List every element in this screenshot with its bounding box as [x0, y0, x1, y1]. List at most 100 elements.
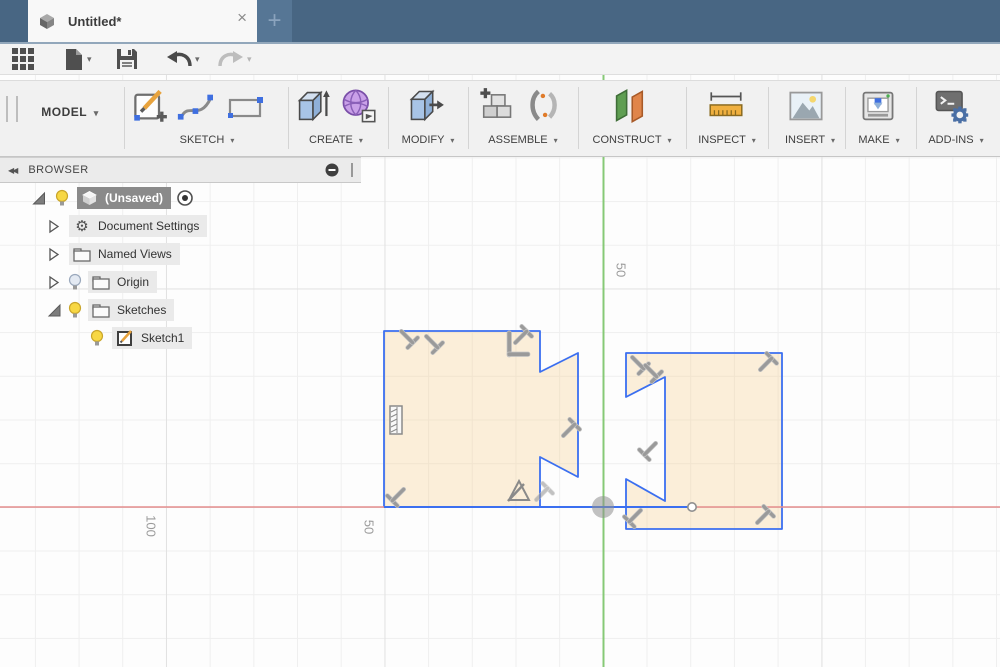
file-icon	[66, 48, 82, 70]
3d-print-button[interactable]	[858, 86, 898, 126]
toolbar-separator	[768, 87, 769, 149]
new-component-icon	[480, 88, 512, 118]
insert-image-button[interactable]	[786, 86, 826, 126]
form-button[interactable]	[338, 86, 378, 126]
press-pull-button[interactable]	[406, 86, 446, 126]
toolbar-separator	[845, 87, 846, 149]
visibility-bulb-off-icon[interactable]	[66, 273, 84, 291]
activate-component-radio-icon[interactable]	[176, 189, 194, 207]
modify-group-dropdown[interactable]: MODIFY ▾	[402, 134, 455, 146]
redo-caret-icon[interactable]: ▾	[247, 54, 252, 65]
collapse-panel-icon[interactable]: ◀◀	[8, 166, 18, 175]
save-icon	[117, 49, 137, 69]
press-pull-icon	[409, 89, 444, 122]
minimize-panel-icon[interactable]	[325, 163, 339, 177]
root-component-chip[interactable]: (Unsaved)	[77, 187, 172, 209]
named-views-chip[interactable]: Named Views	[69, 243, 180, 265]
workspace-selector[interactable]: MODEL ▾	[24, 105, 116, 119]
app-grid-button[interactable]	[12, 47, 35, 71]
new-component-button[interactable]	[476, 86, 516, 126]
new-tab-button[interactable]: +	[257, 0, 292, 42]
grid-label-y50: 50	[613, 262, 629, 278]
visibility-bulb-on-icon[interactable]	[53, 189, 71, 207]
visibility-bulb-on-icon[interactable]	[66, 301, 84, 319]
save-button[interactable]	[116, 47, 138, 71]
file-menu-button[interactable]: ▾	[64, 47, 92, 71]
toolbar-separator	[578, 87, 579, 149]
workspace-caret-icon: ▾	[93, 108, 99, 118]
sketches-chip[interactable]: Sketches	[88, 299, 175, 321]
undo-icon	[167, 51, 192, 67]
component-cube-icon	[82, 191, 97, 205]
joint-button[interactable]	[524, 86, 564, 126]
insert-group-dropdown[interactable]: INSERT ▾	[785, 134, 835, 146]
extrude-icon	[297, 90, 330, 122]
construct-plane-icon	[615, 89, 644, 123]
sketch-profile-dovetail-socket[interactable]	[625, 352, 783, 530]
spline-icon	[177, 94, 213, 120]
expander-expanded-icon[interactable]	[45, 303, 63, 318]
root-component-label: (Unsaved)	[105, 191, 164, 205]
visibility-bulb-on-icon[interactable]	[88, 329, 106, 347]
tree-row-sketch1[interactable]: Sketch1	[88, 326, 193, 350]
document-tab[interactable]: Untitled* ×	[28, 0, 257, 42]
undo-caret-icon[interactable]: ▾	[195, 54, 200, 65]
sketch-point[interactable]	[686, 501, 697, 512]
perpendicular-constraint-icon[interactable]	[636, 435, 664, 463]
origin-chip[interactable]: Origin	[88, 271, 158, 293]
quick-access-toolbar: ▾ ▾ ▾	[0, 42, 1000, 75]
redo-button[interactable]: ▾	[218, 47, 252, 71]
construct-plane-button[interactable]	[610, 86, 650, 126]
scripts-addins-button[interactable]	[932, 86, 972, 126]
gear-icon: ⚙	[75, 217, 89, 235]
spline-button[interactable]	[176, 86, 216, 126]
expander-collapsed-icon[interactable]	[45, 275, 63, 290]
close-tab-icon[interactable]: ×	[237, 9, 247, 26]
sketch-icon	[117, 330, 132, 346]
folder-icon	[73, 247, 91, 262]
named-views-label: Named Views	[98, 247, 172, 261]
create-sketch-button[interactable]	[130, 86, 170, 126]
redo-icon	[218, 51, 243, 67]
undo-button[interactable]: ▾	[166, 47, 200, 71]
folder-icon	[92, 275, 110, 290]
tree-row-sketches[interactable]: Sketches	[45, 298, 175, 322]
addins-group-dropdown[interactable]: ADD-INS ▾	[928, 134, 983, 146]
ribbon-toolbar: MODEL ▾ SKETCH ▾ CREATE ▾ MODIFY ▾ ASSEM…	[0, 80, 1000, 157]
parallel-hatch-constraint-icon[interactable]	[389, 405, 403, 435]
toolbar-separator	[468, 87, 469, 149]
sketch-group-dropdown[interactable]: SKETCH ▾	[180, 134, 235, 146]
rectangle-button[interactable]	[226, 86, 266, 126]
sketch1-chip[interactable]: Sketch1	[112, 327, 193, 349]
form-icon	[342, 89, 376, 123]
document-tab-bar: Untitled* × +	[0, 0, 1000, 42]
expander-collapsed-icon[interactable]	[45, 247, 63, 262]
extrude-button[interactable]	[293, 86, 333, 126]
measure-button[interactable]	[706, 86, 746, 126]
create-group-dropdown[interactable]: CREATE ▾	[309, 134, 363, 146]
tree-row-named-views[interactable]: Named Views	[45, 242, 180, 266]
tree-row-document-settings[interactable]: ⚙ Document Settings	[45, 214, 208, 238]
horizontal-constraint-icon[interactable]	[506, 351, 531, 357]
assemble-group-dropdown[interactable]: ASSEMBLE ▾	[488, 134, 557, 146]
toolbar-grip-handle[interactable]	[6, 96, 18, 122]
document-settings-chip[interactable]: ⚙ Document Settings	[69, 215, 208, 237]
toolbar-separator	[288, 87, 289, 149]
sketch-profile-dovetail-pin[interactable]	[383, 330, 579, 508]
fusion360-window: 50 100 50 Untitled* × + ▾ ▾ ▾ MODEL ▾ SK…	[0, 0, 1000, 667]
expander-expanded-icon[interactable]	[30, 191, 48, 206]
browser-panel-title: BROWSER	[28, 164, 89, 176]
origin-marker[interactable]	[592, 496, 614, 518]
measure-icon	[709, 92, 743, 117]
grid-icon	[12, 47, 34, 70]
make-group-dropdown[interactable]: MAKE ▾	[858, 134, 899, 146]
toolbar-separator	[686, 87, 687, 149]
inspect-group-dropdown[interactable]: INSPECT ▾	[698, 134, 756, 146]
browser-panel-header[interactable]: ◀◀ BROWSER	[0, 157, 361, 183]
construct-group-dropdown[interactable]: CONSTRUCT ▾	[593, 134, 672, 146]
panel-resize-handle[interactable]	[351, 163, 353, 177]
tree-row-origin[interactable]: Origin	[45, 270, 158, 294]
tree-row-root[interactable]: (Unsaved)	[30, 186, 194, 210]
folder-icon	[92, 303, 110, 318]
expander-collapsed-icon[interactable]	[45, 219, 63, 234]
